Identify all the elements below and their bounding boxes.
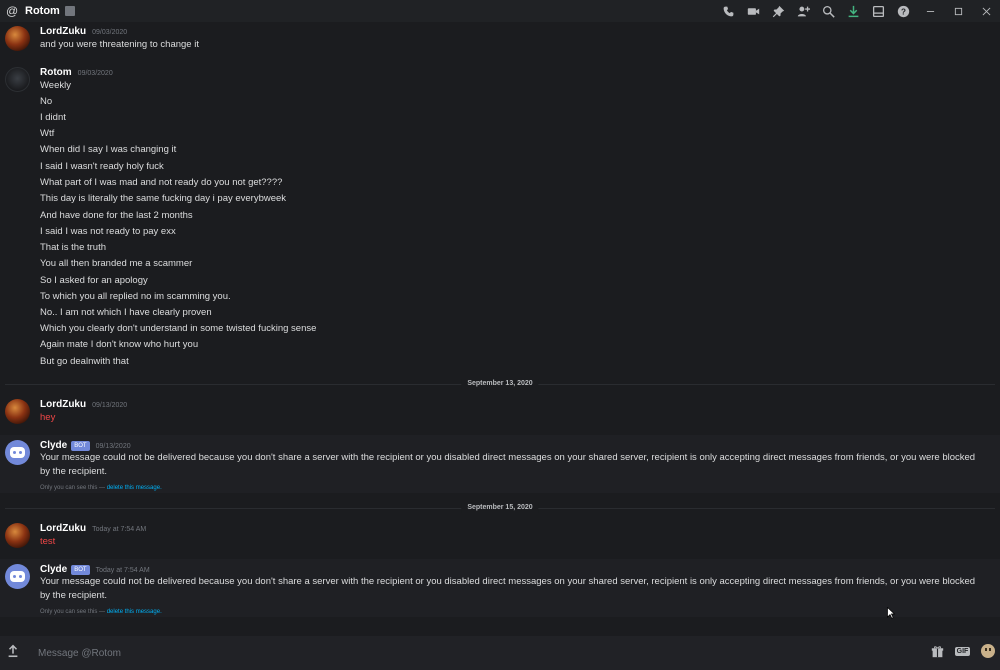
help-icon[interactable]: ?	[891, 0, 916, 22]
avatar[interactable]	[5, 67, 30, 92]
timestamp: 09/03/2020	[77, 70, 113, 77]
message-header: LordZuku 09/13/2020	[40, 399, 127, 410]
upload-icon[interactable]	[6, 644, 20, 658]
message-text: No	[40, 96, 53, 107]
ephemeral-note: Only you can see this — delete this mess…	[40, 485, 162, 491]
add-friend-icon[interactable]	[791, 0, 816, 22]
pin-icon[interactable]	[766, 0, 791, 22]
bot-badge: BOT	[71, 441, 90, 451]
avatar[interactable]	[5, 564, 30, 589]
maximize-icon[interactable]	[944, 0, 972, 22]
gift-icon[interactable]	[925, 643, 950, 659]
system-message-text: Your message could not be delivered beca…	[40, 452, 976, 477]
message-text: That is the truth	[40, 242, 107, 253]
message-text: test	[40, 536, 56, 547]
minimize-icon[interactable]	[916, 0, 944, 22]
username[interactable]: Clyde	[40, 440, 67, 451]
channel-name: Rotom	[25, 5, 60, 17]
message-text: Again mate I don't know who hurt you	[40, 339, 199, 350]
date-divider: September 13, 2020	[0, 379, 1000, 389]
call-icon[interactable]	[716, 0, 741, 22]
message-text: What part of I was mad and not ready do …	[40, 177, 283, 188]
download-icon[interactable]	[841, 0, 866, 22]
message-text: So I asked for an apology	[40, 275, 148, 286]
message-text: But go dealnwith that	[40, 356, 129, 367]
clyde-icon	[10, 571, 25, 582]
message-header: LordZuku 09/03/2020	[40, 26, 127, 37]
username[interactable]: Rotom	[40, 67, 72, 78]
username[interactable]: LordZuku	[40, 399, 86, 410]
at-icon: @	[6, 3, 19, 18]
message-text: Which you clearly don't understand in so…	[40, 323, 317, 334]
bot-badge: BOT	[71, 565, 90, 575]
mouse-cursor-icon	[887, 607, 895, 619]
gif-icon[interactable]: GIF	[950, 643, 975, 659]
avatar[interactable]	[5, 523, 30, 548]
delete-message-link[interactable]: delete this message.	[107, 609, 162, 615]
message-text: hey	[40, 412, 56, 423]
avatar[interactable]	[5, 26, 30, 51]
message-text: And have done for the last 2 months	[40, 210, 193, 221]
search-icon[interactable]	[816, 0, 841, 22]
emoji-icon[interactable]	[975, 643, 1000, 659]
message-text: You all then branded me a scammer	[40, 258, 193, 269]
delete-message-link[interactable]: delete this message.	[107, 485, 162, 491]
avatar[interactable]	[5, 399, 30, 424]
date-divider-label: September 13, 2020	[461, 379, 539, 389]
inbox-icon[interactable]	[866, 0, 891, 22]
close-icon[interactable]	[972, 0, 1000, 22]
system-message-text: Your message could not be delivered beca…	[40, 576, 976, 601]
title-bar: @ Rotom ?	[0, 0, 1000, 22]
timestamp: 09/13/2020	[92, 402, 128, 409]
username[interactable]: LordZuku	[40, 523, 86, 534]
message-text: Wtf	[40, 128, 55, 139]
ephemeral-text: Only you can see this —	[40, 609, 106, 615]
username[interactable]: LordZuku	[40, 26, 86, 37]
username[interactable]: Clyde	[40, 564, 67, 575]
timestamp: Today at 7:54 AM	[95, 567, 150, 574]
message-text: To which you all replied no im scamming …	[40, 291, 231, 302]
avatar[interactable]	[5, 440, 30, 465]
timestamp: Today at 7:54 AM	[92, 526, 147, 533]
message-text: No.. I am not which I have clearly prove…	[40, 307, 212, 318]
message-header: Rotom 09/03/2020	[40, 67, 113, 78]
message-text: I said I wasn't ready holy fuck	[40, 161, 164, 172]
ephemeral-text: Only you can see this —	[40, 485, 106, 491]
message-text: When did I say I was changing it	[40, 144, 177, 155]
message-input[interactable]	[38, 646, 898, 660]
gif-label: GIF	[954, 646, 971, 656]
message-text: I didnt	[40, 112, 66, 123]
timestamp: 09/03/2020	[92, 29, 128, 36]
message-text: This day is literally the same fucking d…	[40, 193, 287, 204]
timestamp: 09/13/2020	[95, 443, 131, 450]
status-icon	[64, 6, 75, 16]
message-text: I said I was not ready to pay exx	[40, 226, 176, 237]
ephemeral-note: Only you can see this — delete this mess…	[40, 609, 162, 615]
message-list[interactable]: LordZuku 09/03/2020 and you were threate…	[0, 22, 1000, 624]
video-icon[interactable]	[741, 0, 766, 22]
clyde-icon	[10, 447, 25, 458]
svg-text:?: ?	[901, 7, 906, 16]
date-divider-label: September 15, 2020	[461, 503, 539, 513]
message-composer: GIF	[0, 624, 1000, 670]
message-text: Weekly	[40, 80, 71, 91]
message-text: and you were threatening to change it	[40, 39, 199, 50]
message-header: LordZuku Today at 7:54 AM	[40, 523, 146, 534]
date-divider: September 15, 2020	[0, 503, 1000, 513]
